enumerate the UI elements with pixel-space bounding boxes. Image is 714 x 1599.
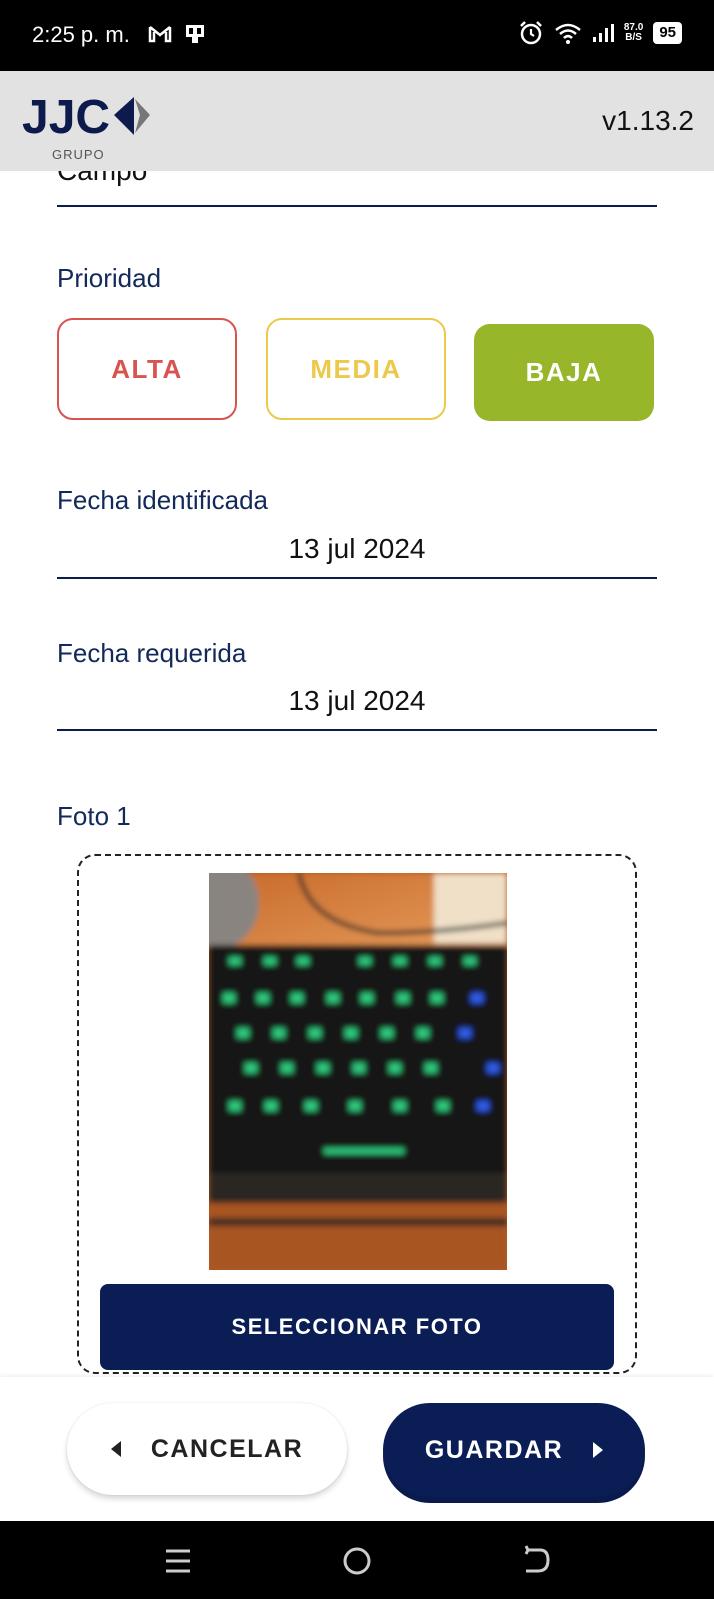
chevron-right-icon — [593, 1442, 604, 1458]
identified-date-label: Fecha identificada — [57, 485, 269, 515]
save-button[interactable]: GUARDAR — [383, 1403, 645, 1497]
area-select[interactable]: Campo — [57, 171, 657, 207]
save-label: GUARDAR — [424, 1435, 564, 1464]
net-speed-unit: B/S — [625, 32, 642, 43]
app-version: v1.13.2 — [602, 105, 694, 136]
wifi-icon — [555, 23, 581, 44]
status-bar: 2:25 p. m. 87.0 B/S 95 — [0, 0, 714, 71]
signal-icon — [592, 24, 614, 42]
system-nav-bar — [0, 1521, 714, 1599]
home-icon[interactable] — [337, 1541, 377, 1581]
area-select-value: Campo — [57, 171, 147, 187]
priority-alta-button[interactable]: ALTA — [57, 318, 237, 420]
photo1-dropzone: SELECCIONAR FOTO — [77, 854, 637, 1374]
priority-label: Prioridad — [57, 263, 162, 293]
gmail-icon — [148, 26, 172, 43]
required-date-value: 13 jul 2024 — [288, 685, 426, 716]
required-date-field[interactable]: 13 jul 2024 — [57, 681, 657, 731]
identified-date-field[interactable]: 13 jul 2024 — [57, 529, 657, 579]
cancel-button[interactable]: CANCELAR — [67, 1403, 347, 1495]
action-bar: CANCELAR GUARDAR — [0, 1377, 714, 1521]
identified-date-value: 13 jul 2024 — [288, 533, 426, 564]
priority-media-button[interactable]: MEDIA — [266, 318, 446, 420]
sim-icon — [186, 25, 204, 43]
menu-icon[interactable] — [158, 1541, 198, 1581]
select-photo-label: SELECCIONAR FOTO — [231, 1314, 483, 1339]
alarm-icon — [519, 21, 542, 45]
photo1-preview — [209, 873, 507, 1270]
form-content: Campo Prioridad ALTA MEDIA BAJA Fecha id… — [0, 171, 714, 1377]
logo-text: JJC — [22, 91, 110, 144]
status-time: 2:25 p. m. — [32, 22, 130, 47]
required-date-label: Fecha requerida — [57, 638, 247, 668]
priority-baja-label: BAJA — [525, 357, 603, 387]
app-header: JJC GRUPO v1.13.2 — [0, 71, 714, 171]
select-photo-button[interactable]: SELECCIONAR FOTO — [100, 1284, 614, 1370]
photo1-label: Foto 1 — [57, 801, 131, 831]
priority-baja-button[interactable]: BAJA — [474, 324, 654, 421]
chevron-left-icon — [110, 1441, 121, 1457]
company-logo: JJC GRUPO — [22, 91, 150, 161]
logo-sub: GRUPO — [52, 147, 105, 161]
priority-alta-label: ALTA — [111, 353, 183, 384]
back-icon[interactable] — [516, 1541, 556, 1581]
cancel-label: CANCELAR — [150, 1434, 304, 1463]
priority-media-label: MEDIA — [310, 353, 402, 384]
net-speed: 87.0 B/S — [624, 23, 643, 43]
battery-icon: 95 — [653, 22, 682, 44]
